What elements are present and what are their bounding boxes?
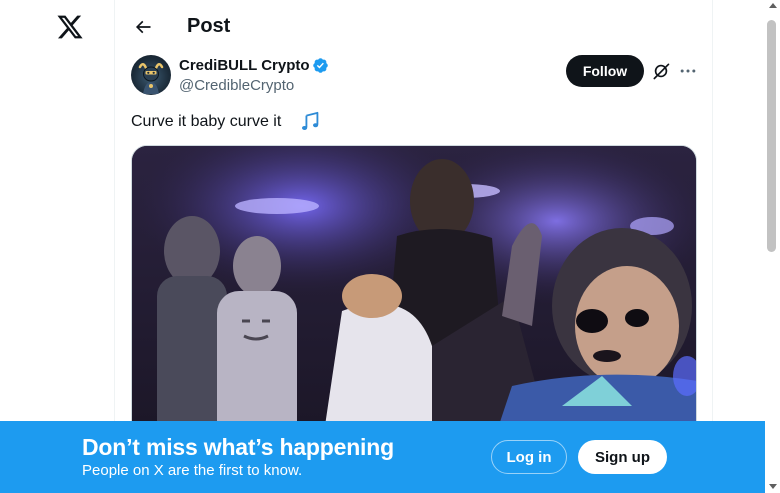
author-name[interactable]: CrediBULL Crypto bbox=[179, 57, 310, 75]
back-button[interactable] bbox=[128, 12, 158, 42]
page-header: Post bbox=[115, 0, 714, 53]
left-sidebar bbox=[0, 0, 114, 493]
signup-button[interactable]: Sign up bbox=[578, 440, 667, 474]
scrollbar[interactable] bbox=[765, 0, 780, 493]
scrollbar-thumb[interactable] bbox=[767, 20, 776, 252]
video-frame-image bbox=[132, 146, 696, 444]
x-logo-icon[interactable] bbox=[56, 13, 84, 41]
musical-notes-icon bbox=[302, 111, 319, 130]
scroll-down-arrow-icon[interactable] bbox=[769, 484, 777, 489]
follow-button[interactable]: Follow bbox=[566, 55, 644, 87]
more-horizontal-icon[interactable] bbox=[678, 61, 698, 81]
page-title: Post bbox=[187, 15, 231, 37]
scroll-up-arrow-icon[interactable] bbox=[769, 3, 777, 8]
tweet-video[interactable] bbox=[131, 145, 697, 445]
bull-avatar-icon bbox=[138, 63, 164, 94]
grok-icon[interactable] bbox=[651, 61, 671, 81]
arrow-left-icon bbox=[135, 20, 151, 34]
avatar[interactable] bbox=[131, 55, 171, 95]
main-column: Post CrediBULL Crypto @CredibleCrypto Fo… bbox=[114, 0, 713, 493]
banner-title: Don’t miss what’s happening bbox=[82, 434, 394, 460]
verified-badge-icon bbox=[313, 58, 328, 73]
signup-banner: Don’t miss what’s happening People on X … bbox=[0, 421, 765, 493]
login-button[interactable]: Log in bbox=[491, 440, 567, 474]
banner-subtitle: People on X are the first to know. bbox=[82, 462, 303, 479]
author-handle[interactable]: @CredibleCrypto bbox=[179, 77, 294, 95]
tweet-text: Curve it baby curve it bbox=[131, 113, 282, 130]
